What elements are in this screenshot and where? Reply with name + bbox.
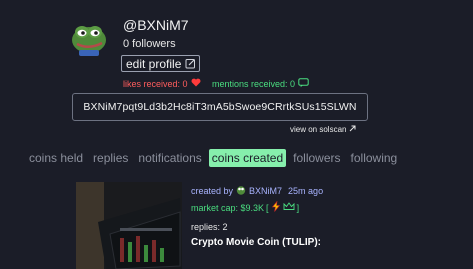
creator-avatar-icon <box>236 185 246 197</box>
coin-creator-line: created by BXNiM7 25m ago <box>191 185 323 197</box>
tab-coins-created[interactable]: coins created <box>208 149 287 167</box>
created-by-label: created by <box>191 186 234 196</box>
coin-replies: replies: 2 <box>191 222 228 232</box>
tab-coins-held[interactable]: coins held <box>26 149 86 167</box>
view-on-solscan-link[interactable]: view on solscan <box>290 125 356 134</box>
edit-profile-label: edit profile <box>126 56 182 71</box>
heart-icon <box>191 78 201 89</box>
coin-title[interactable]: Crypto Movie Coin (TULIP): <box>191 237 321 248</box>
tab-notifications[interactable]: notifications <box>135 149 204 167</box>
profile-avatar <box>69 20 109 56</box>
profile-tabs: coins held replies notifications coins c… <box>26 149 404 167</box>
likes-received: likes received: 0 <box>123 78 201 89</box>
creator-name-link[interactable]: BXNiM7 <box>249 186 282 196</box>
external-link-icon <box>349 125 356 134</box>
tab-replies[interactable]: replies <box>90 149 131 167</box>
wallet-address[interactable]: BXNiM7pqt9Ld3b2Hc8iT3mA5bSwoe9CRrtkSUs15… <box>72 93 368 121</box>
king-icon <box>283 202 295 213</box>
edit-icon <box>185 58 196 69</box>
lightning-icon <box>271 200 281 214</box>
edit-profile-button[interactable]: edit profile <box>121 55 201 72</box>
followers-count[interactable]: 0 followers <box>123 38 176 50</box>
bracket-close: ] <box>296 202 300 213</box>
wallet-address-text: BXNiM7pqt9Ld3b2Hc8iT3mA5bSwoe9CRrtkSUs15… <box>83 101 357 113</box>
market-cap: market cap: $9.3K [ ] <box>191 200 300 214</box>
bracket-open: [ <box>266 202 269 213</box>
mentions-received: mentions received: 0 <box>212 78 309 90</box>
coin-age: 25m ago <box>288 186 324 196</box>
mentions-received-label: mentions received: 0 <box>212 79 296 89</box>
likes-received-label: likes received: 0 <box>123 78 188 89</box>
coin-thumbnail[interactable] <box>76 182 182 269</box>
tab-following[interactable]: following <box>348 149 401 167</box>
chat-icon <box>298 78 309 90</box>
market-cap-label: market cap: $9.3K <box>191 202 265 213</box>
tab-followers[interactable]: followers <box>290 149 343 167</box>
username: @BXNiM7 <box>123 17 189 33</box>
solscan-label: view on solscan <box>290 125 347 134</box>
